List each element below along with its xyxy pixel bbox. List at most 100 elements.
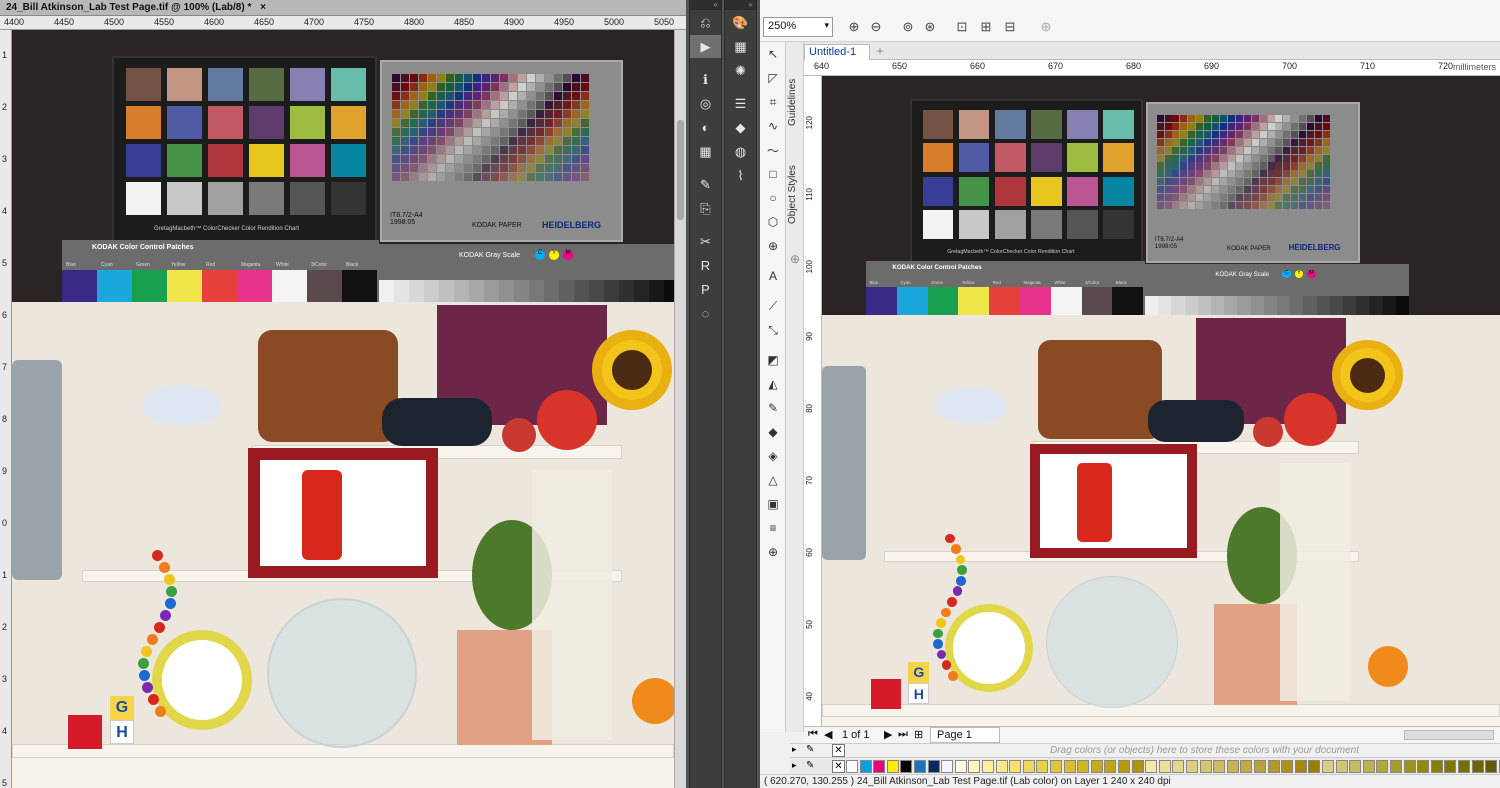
vertical-scrollbar[interactable] (674, 30, 686, 788)
paragraph-icon[interactable]: P (690, 278, 721, 301)
color-styles-icon[interactable]: ≡ (760, 516, 786, 540)
palette-swatch[interactable] (1158, 760, 1171, 773)
palette-swatch[interactable] (968, 760, 981, 773)
palette-swatch[interactable] (1050, 760, 1062, 773)
polygon-tool-icon[interactable]: ⬡ (760, 210, 786, 234)
interactive-fill-icon[interactable]: ◆ (760, 420, 786, 444)
palette-swatch[interactable] (1131, 760, 1144, 773)
zoom-page-icon[interactable]: ⊡ (952, 18, 972, 36)
zoom-level-select[interactable]: 250% ▾ (763, 17, 833, 37)
path-icon[interactable]: ⌇ (725, 164, 756, 187)
first-page-icon[interactable]: ⏮ (808, 728, 818, 741)
scrollbar-thumb[interactable] (677, 120, 684, 220)
palette-swatch[interactable] (886, 760, 899, 773)
rectangle-tool-icon[interactable]: □ (760, 162, 786, 186)
palette-swatch[interactable] (1267, 760, 1280, 773)
palette-swatch[interactable] (1471, 760, 1484, 773)
parallel-dimension-icon[interactable]: ⟋ (760, 294, 786, 318)
scissors-icon[interactable]: ✂ (690, 230, 721, 253)
palette-swatch[interactable] (1077, 760, 1090, 773)
horizontal-ruler[interactable]: millimeters 640 650 660 670 680 690 700 710 720 (804, 60, 1500, 76)
palette-swatch[interactable] (1172, 760, 1185, 773)
smart-fill-icon[interactable]: ◈ (760, 444, 786, 468)
character-style-icon[interactable]: ◌ (690, 302, 721, 325)
add-icon[interactable]: ⊕ (1036, 18, 1056, 36)
palette-swatch[interactable] (1322, 760, 1334, 773)
tab-untitled-1[interactable]: Untitled-1 (804, 44, 870, 60)
horizontal-ruler[interactable]: 4400 4450 4500 4550 4600 4650 4700 4750 4800 4850… (0, 16, 686, 30)
palette-icon[interactable]: 🎨 (725, 11, 756, 34)
zoom-in-icon[interactable]: ⊕ (844, 18, 864, 36)
new-document-icon[interactable]: + (872, 44, 888, 59)
no-color-swatch[interactable]: ✕ (832, 760, 845, 773)
palette-swatch[interactable] (1349, 760, 1362, 773)
palette-swatch[interactable] (1254, 760, 1266, 773)
connector-tool-icon[interactable]: ⤡ (760, 318, 786, 342)
add-docker-icon[interactable]: ⊕ (788, 252, 802, 266)
palette-swatch[interactable] (1199, 760, 1212, 773)
sun-icon[interactable]: ✺ (725, 59, 756, 82)
placed-bitmap[interactable]: GretagMacbeth™ ColorChecker Color Rendit… (822, 76, 1500, 726)
palette-swatch[interactable] (1403, 760, 1416, 773)
prev-page-icon[interactable]: ◀ (824, 728, 832, 741)
palette-arrow-icon[interactable]: ▸ (792, 744, 797, 755)
eyedropper-tool-icon[interactable]: ✎ (760, 396, 786, 420)
palette-swatch[interactable] (900, 760, 913, 773)
layers-icon[interactable]: ◆ (725, 116, 756, 139)
next-page-icon[interactable]: ▶ (884, 728, 892, 741)
tab-guidelines[interactable]: Guidelines (787, 72, 803, 132)
add-page-icon[interactable]: ⊞ (914, 728, 923, 741)
ellipse-tool-icon[interactable]: ○ (760, 186, 786, 210)
palette-swatch[interactable] (1186, 760, 1198, 773)
eyedropper-icon[interactable]: ✎ (806, 744, 814, 755)
zoom-page-width-icon[interactable]: ⊞ (976, 18, 996, 36)
image-canvas[interactable]: GretagMacbeth™ ColorChecker Color Rendit… (12, 30, 674, 788)
info-icon[interactable]: ℹ (690, 68, 721, 91)
vertical-ruler[interactable]: 120 110 100 90 80 70 60 50 40 (804, 76, 822, 726)
drawing-canvas[interactable]: GretagMacbeth™ ColorChecker Color Rendit… (822, 76, 1500, 726)
collapse-arrows[interactable]: « (690, 0, 721, 10)
history-brush-icon[interactable]: ⎌ (690, 11, 721, 34)
outline-pen-icon[interactable]: △ (760, 468, 786, 492)
zoom-page-height-icon[interactable]: ⊟ (1000, 18, 1020, 36)
palette-swatch[interactable] (1362, 760, 1375, 773)
drop-shadow-icon[interactable]: ◩ (760, 348, 786, 372)
page-1-tab[interactable]: Page 1 (930, 727, 1000, 743)
palette-swatch[interactable] (1022, 760, 1035, 773)
close-icon[interactable]: × (260, 2, 266, 13)
channels-icon[interactable]: ◍ (725, 140, 756, 163)
palette-swatch[interactable] (1485, 760, 1498, 773)
text-tool-icon[interactable]: A (760, 264, 786, 288)
palette-swatch[interactable] (873, 760, 886, 773)
paragraph-style-icon[interactable]: R (690, 254, 721, 277)
palette-swatch[interactable] (1009, 760, 1022, 773)
freehand-tool-icon[interactable]: ∿ (760, 114, 786, 138)
palette-swatch[interactable] (1118, 760, 1130, 773)
brush-settings-icon[interactable]: ✎ (690, 173, 721, 196)
palette-swatch[interactable] (1390, 760, 1402, 773)
stamp-icon[interactable]: ⎘ (690, 197, 721, 220)
palette-swatch[interactable] (846, 760, 858, 773)
palette-swatch[interactable] (1458, 760, 1470, 773)
palette-swatch[interactable] (954, 760, 967, 773)
eyedropper-icon[interactable]: ✎ (806, 760, 814, 771)
no-color-swatch[interactable]: ✕ (832, 744, 845, 757)
vertical-ruler[interactable]: 1 2 3 4 5 6 7 8 9 0 1 2 3 4 5 (0, 30, 12, 788)
artistic-media-icon[interactable]: 〜 (760, 138, 786, 162)
zoom-all-objects-icon[interactable]: ⊛ (920, 18, 940, 36)
play-icon[interactable]: ▶ (690, 35, 721, 58)
palette-swatch[interactable] (859, 760, 872, 773)
palette-swatch[interactable] (1213, 760, 1226, 773)
add-tool-icon[interactable]: ⊕ (760, 540, 786, 564)
crop-tool-icon[interactable]: ⌗ (760, 90, 786, 114)
palette-swatch[interactable] (941, 760, 954, 773)
color-wheel-icon[interactable]: ◎ (690, 92, 721, 115)
palette-swatch[interactable] (927, 760, 940, 773)
crop-extract-icon[interactable]: ▦ (690, 140, 721, 163)
palette-swatch[interactable] (1294, 760, 1307, 773)
palette-swatch[interactable] (1226, 760, 1239, 773)
palette-swatch[interactable] (1063, 760, 1076, 773)
palette-swatch[interactable] (1308, 760, 1321, 773)
palette-swatch[interactable] (1444, 760, 1457, 773)
transparency-icon[interactable]: ◭ (760, 372, 786, 396)
